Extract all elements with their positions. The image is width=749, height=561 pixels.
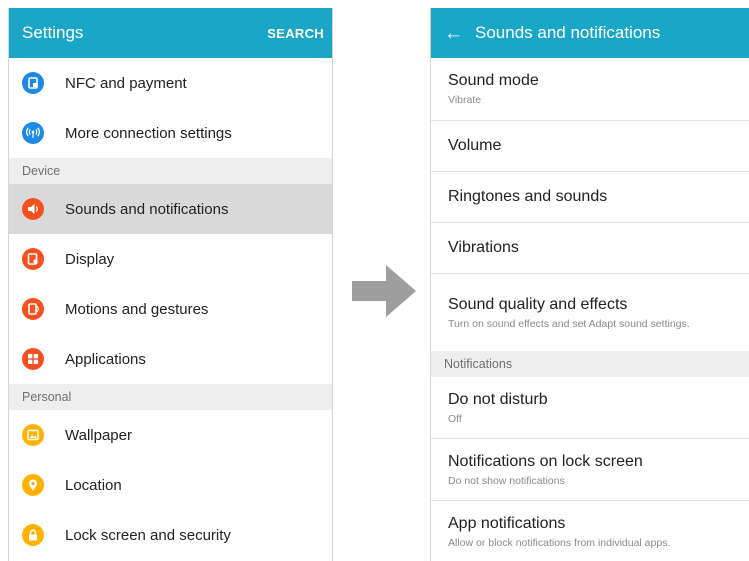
right-arrow-icon: [352, 265, 416, 317]
motion-icon: [22, 298, 44, 320]
setting-title: Sound quality and effects: [448, 295, 628, 313]
settings-item-label: Sounds and notifications: [65, 200, 229, 218]
settings-app-bar: Settings SEARCH: [9, 8, 332, 58]
setting-subtitle: Off: [448, 412, 462, 425]
setting-title: Ringtones and sounds: [448, 188, 608, 205]
setting-sound-quality-and-effects[interactable]: Sound quality and effects Turn on sound …: [431, 274, 749, 351]
setting-ringtones-and-sounds[interactable]: Ringtones and sounds: [431, 172, 749, 223]
setting-title: Volume: [448, 137, 502, 154]
back-arrow-icon[interactable]: ←: [444, 24, 463, 43]
settings-item-nfc-and-payment[interactable]: NFC and payment: [9, 58, 332, 108]
settings-item-lock-screen-and-security[interactable]: Lock screen and security: [9, 510, 332, 560]
settings-item-sounds-and-notifications[interactable]: Sounds and notifications: [9, 184, 332, 234]
search-button[interactable]: SEARCH: [267, 26, 332, 41]
section-header-notifications: Notifications: [431, 351, 749, 377]
settings-item-label: Motions and gestures: [65, 300, 209, 318]
wallpaper-icon: [22, 424, 44, 446]
settings-item-motions-and-gestures[interactable]: Motions and gestures: [9, 284, 332, 334]
setting-subtitle: Allow or block notifications from indivi…: [448, 537, 671, 549]
settings-item-wallpaper[interactable]: Wallpaper: [9, 410, 332, 460]
settings-item-display[interactable]: Display: [9, 234, 332, 284]
setting-subtitle: Vibrate: [448, 94, 482, 106]
settings-item-location[interactable]: Location: [9, 460, 332, 510]
apps-grid-icon: [22, 348, 44, 370]
setting-app-notifications[interactable]: App notifications Allow or block notific…: [431, 501, 749, 561]
connection-icon: [22, 122, 44, 144]
setting-notifications-on-lock-screen[interactable]: Notifications on lock screen Do not show…: [431, 439, 749, 501]
section-header-personal: Personal: [9, 384, 332, 410]
speaker-icon: [22, 198, 44, 220]
sounds-app-bar: ← Sounds and notifications: [431, 8, 749, 58]
settings-item-label: Wallpaper: [65, 426, 132, 444]
setting-sound-mode[interactable]: Sound mode Vibrate: [431, 58, 749, 121]
setting-title: Do not disturb: [448, 390, 548, 408]
settings-item-applications[interactable]: Applications: [9, 334, 332, 384]
setting-subtitle: Do not show notifications: [448, 474, 565, 487]
settings-item-label: Lock screen and security: [65, 526, 231, 544]
settings-item-label: Location: [65, 476, 122, 494]
section-header-device: Device: [9, 158, 332, 184]
display-icon: [22, 248, 44, 270]
lock-icon: [22, 524, 44, 546]
settings-item-label: NFC and payment: [65, 74, 187, 92]
setting-title: Vibrations: [448, 239, 519, 256]
nfc-icon: [22, 72, 44, 94]
setting-volume[interactable]: Volume: [431, 121, 749, 172]
setting-do-not-disturb[interactable]: Do not disturb Off: [431, 377, 749, 439]
setting-vibrations[interactable]: Vibrations: [431, 223, 749, 274]
settings-item-more-connection-settings[interactable]: More connection settings: [9, 108, 332, 158]
settings-item-label: Display: [65, 250, 115, 268]
settings-item-label: More connection settings: [65, 124, 232, 142]
setting-title: App notifications: [448, 515, 566, 532]
page-title: Settings: [22, 23, 84, 42]
sounds-and-notifications-screen: ← Sounds and notifications Sound mode Vi…: [430, 8, 749, 561]
settings-item-label: Applications: [65, 350, 146, 368]
setting-title: Sound mode: [448, 72, 539, 89]
setting-subtitle: Turn on sound effects and set Adapt soun…: [448, 317, 690, 330]
setting-title: Notifications on lock screen: [448, 452, 643, 470]
page-title: Sounds and notifications: [475, 23, 661, 42]
location-pin-icon: [22, 474, 44, 496]
settings-screen: Settings SEARCH NFC and payment More con…: [8, 8, 333, 561]
